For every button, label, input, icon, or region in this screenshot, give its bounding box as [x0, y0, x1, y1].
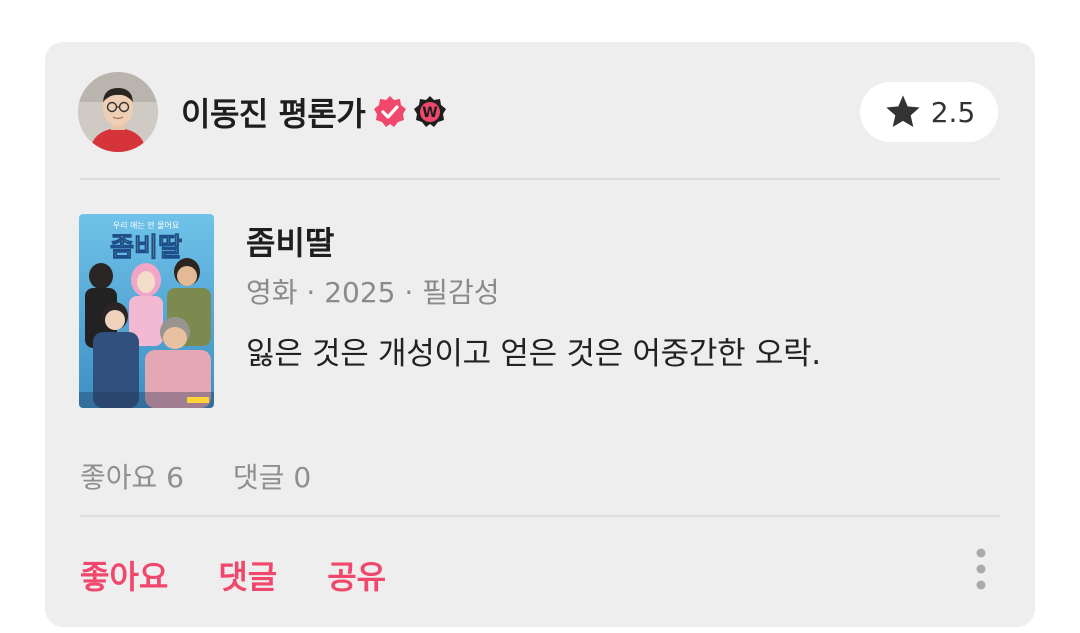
movie-meta: 영화 · 2025 · 필감성 — [246, 276, 500, 309]
author-name[interactable]: 이동진 평론가 — [181, 89, 366, 135]
verified-check-icon — [374, 96, 407, 127]
more-options-icon[interactable] — [969, 545, 993, 593]
review-text[interactable]: 잃은 것은 개성이고 얻은 것은 어중간한 오락. — [246, 328, 821, 373]
stats-divider — [80, 515, 1000, 517]
share-button[interactable]: 공유 — [327, 552, 386, 598]
comment-button[interactable]: 댓글 — [218, 552, 277, 598]
movie-title[interactable]: 좀비딸 — [246, 218, 334, 264]
author-header: 이동진 평론가 W — [181, 90, 447, 134]
w-badge-icon: W — [414, 96, 447, 127]
like-button[interactable]: 좋아요 — [80, 552, 168, 598]
likes-count: 좋아요 6 — [80, 461, 184, 494]
action-bar: 좋아요 댓글 공유 — [80, 552, 436, 598]
review-card: 이동진 평론가 W 2.5 우리 애는 안 물어요 좀비딸 좀비딸 영화 · 2… — [45, 42, 1035, 627]
header-divider — [80, 178, 1000, 180]
rating-pill[interactable]: 2.5 — [860, 82, 998, 142]
rating-value: 2.5 — [930, 95, 976, 129]
w-badge-letter: W — [423, 105, 438, 121]
star-icon — [886, 95, 920, 127]
comments-count: 댓글 0 — [232, 461, 312, 494]
review-stats: 좋아요 6 댓글 0 — [80, 456, 311, 496]
poster-tagline: 우리 애는 안 물어요 — [113, 220, 180, 230]
poster-title: 좀비딸 — [110, 233, 182, 263]
avatar[interactable] — [78, 72, 158, 152]
movie-poster[interactable]: 우리 애는 안 물어요 좀비딸 — [79, 214, 214, 408]
